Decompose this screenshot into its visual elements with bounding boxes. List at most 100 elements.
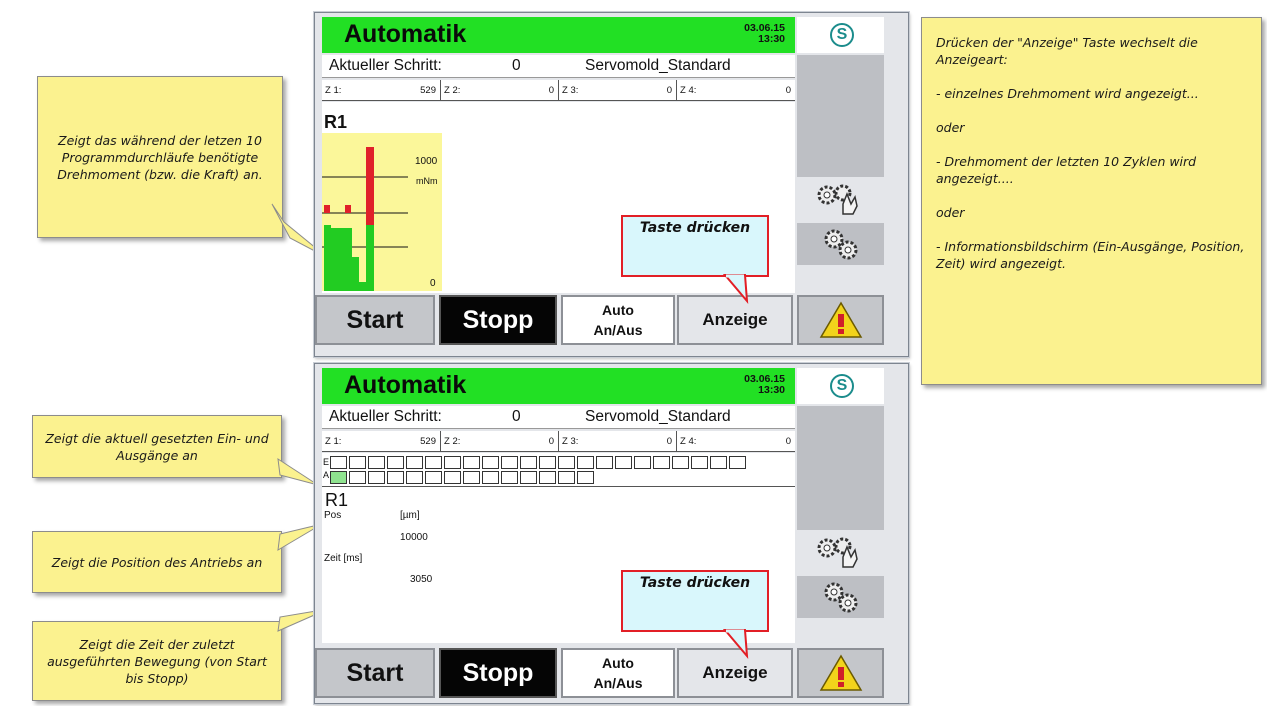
output-indicator — [444, 471, 461, 484]
display-button[interactable]: Anzeige — [677, 295, 793, 345]
counter-value: 0 — [785, 436, 791, 447]
note-position-text: Zeigt die Position des Antriebs an — [51, 554, 263, 570]
stop-button[interactable]: Stopp — [439, 648, 557, 698]
time-text: 13:30 — [758, 33, 785, 45]
note-display-p4: - Drehmoment der letzten 10 Zyklen wird … — [936, 154, 1197, 186]
input-indicator — [596, 456, 613, 469]
title-bar: Automatik 03.06.15 13:30 — [322, 368, 795, 404]
stop-label: Stopp — [462, 658, 534, 687]
logo-icon: S — [830, 374, 854, 398]
warning-button[interactable] — [797, 648, 884, 698]
output-indicator — [349, 471, 366, 484]
outputs-label: A — [323, 470, 330, 480]
note-display-p1: Drücken der "Anzeige" Taste wechselt die… — [936, 35, 1198, 67]
position-unit: [µm] — [400, 510, 420, 521]
chart-max-label: 1000 — [415, 156, 438, 167]
input-indicator — [387, 456, 404, 469]
note-time: Zeigt die Zeit der zuletzt ausgeführten … — [32, 621, 282, 701]
output-indicator — [501, 471, 518, 484]
display-button[interactable]: Anzeige — [677, 648, 793, 698]
counter-z4: Z 4: 0 — [676, 431, 795, 452]
counter-z1: Z 1: 529 — [322, 431, 440, 452]
output-indicator-active — [330, 471, 347, 484]
note-io-text: Zeigt die aktuell gesetzten Ein- und Aus… — [45, 430, 269, 463]
page-title: Automatik — [344, 20, 467, 48]
warning-triangle-icon — [819, 654, 862, 691]
settings-button[interactable] — [795, 576, 884, 618]
inputs-label: E — [323, 457, 330, 467]
step-label: Aktueller Schritt: — [329, 408, 442, 425]
note-display-p3: oder — [936, 120, 965, 135]
press-button-callout: Taste drücken — [621, 570, 769, 632]
gears-hand-icon — [817, 537, 858, 568]
output-indicator — [520, 471, 537, 484]
warning-triangle-icon — [819, 301, 862, 338]
output-indicator — [539, 471, 556, 484]
torque-bar — [345, 228, 352, 291]
output-indicator — [406, 471, 423, 484]
display-label: Anzeige — [702, 310, 768, 329]
input-indicator — [444, 456, 461, 469]
hmi-screen-torque: Automatik 03.06.15 13:30 S Aktueller Sch… — [314, 12, 909, 357]
logo-icon: S — [830, 23, 854, 47]
counter-z4: Z 4: 0 — [676, 80, 795, 101]
title-bar: Automatik 03.06.15 13:30 — [322, 17, 795, 53]
counter-value: 0 — [785, 85, 791, 96]
output-indicator — [463, 471, 480, 484]
auto-label-line1: Auto — [602, 302, 634, 318]
note-torque-text: Zeigt das während der letzen 10 Programm… — [57, 132, 263, 182]
time-text: 13:30 — [758, 384, 785, 396]
auto-label-line2: An/Aus — [593, 322, 643, 338]
auto-toggle-button[interactable]: Auto An/Aus — [561, 648, 675, 698]
step-label: Aktueller Schritt: — [329, 57, 442, 74]
stop-label: Stopp — [462, 305, 534, 334]
torque-peak — [345, 205, 351, 213]
counter-label: Z 4: — [680, 436, 697, 447]
counter-label: Z 3: — [562, 436, 579, 447]
note-io: Zeigt die aktuell gesetzten Ein- und Aus… — [32, 415, 282, 478]
step-value: 0 — [512, 57, 521, 74]
counter-row: Z 1: 529 Z 2: 0 Z 3: 0 Z 4: 0 — [322, 80, 795, 101]
input-indicator — [406, 456, 423, 469]
counter-z3: Z 3: 0 — [558, 431, 676, 452]
counter-label: Z 2: — [444, 85, 461, 96]
start-label: Start — [346, 658, 404, 687]
counter-z3: Z 3: 0 — [558, 80, 676, 101]
input-indicator — [615, 456, 632, 469]
counter-label: Z 1: — [325, 85, 342, 96]
counter-value: 0 — [666, 436, 672, 447]
logo-button[interactable]: S — [795, 368, 884, 404]
start-button[interactable]: Start — [315, 295, 435, 345]
input-indicator — [539, 456, 556, 469]
output-indicator — [577, 471, 594, 484]
manual-mode-button[interactable] — [795, 179, 884, 221]
counter-z2: Z 2: 0 — [440, 80, 558, 101]
inputs-row — [330, 456, 748, 469]
note-torque: Zeigt das während der letzen 10 Programm… — [37, 76, 283, 238]
logo-button[interactable]: S — [795, 17, 884, 53]
display-label: Anzeige — [702, 663, 768, 682]
counter-row: Z 1: 529 Z 2: 0 Z 3: 0 Z 4: 0 — [322, 431, 795, 452]
auto-toggle-button[interactable]: Auto An/Aus — [561, 295, 675, 345]
output-indicator — [482, 471, 499, 484]
page-title: Automatik — [344, 371, 467, 399]
input-indicator — [729, 456, 746, 469]
step-value: 0 — [512, 408, 521, 425]
torque-peak — [366, 147, 374, 225]
counter-value: 0 — [548, 85, 554, 96]
settings-button[interactable] — [795, 223, 884, 265]
warning-button[interactable] — [797, 295, 884, 345]
press-button-callout: Taste drücken — [621, 215, 769, 277]
drive-label: R1 — [324, 112, 348, 132]
program-name: Servomold_Standard — [585, 57, 731, 74]
position-value: 10000 — [400, 532, 428, 543]
input-indicator — [653, 456, 670, 469]
manual-mode-button[interactable] — [795, 532, 884, 574]
start-button[interactable]: Start — [315, 648, 435, 698]
counter-value: 529 — [420, 85, 436, 96]
torque-bar — [352, 257, 359, 291]
stop-button[interactable]: Stopp — [439, 295, 557, 345]
datetime: 03.06.15 13:30 — [744, 23, 785, 45]
position-label: Pos — [324, 510, 342, 521]
counter-label: Z 3: — [562, 85, 579, 96]
